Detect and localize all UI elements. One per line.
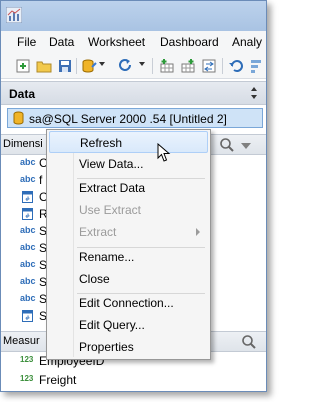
calendar-icon: # (22, 191, 33, 203)
menu-item-extract: Extract (49, 221, 208, 243)
menu-worksheet[interactable]: Worksheet (88, 35, 145, 49)
menu-item-rename[interactable]: Rename... (49, 246, 208, 268)
field-name: Freight (39, 373, 77, 387)
menu-item-view-data[interactable]: View Data... (49, 153, 208, 175)
refresh-icon[interactable] (117, 58, 133, 74)
search-icon[interactable] (241, 334, 257, 350)
string-type-icon: abc (20, 259, 36, 269)
calendar-icon: # (22, 208, 33, 220)
chevron-down-icon[interactable] (241, 143, 251, 149)
sort-arrows-icon[interactable] (250, 86, 258, 100)
menu-item-close[interactable]: Close (49, 268, 208, 290)
menu-item-label: View Data... (79, 157, 144, 171)
field-name: f (39, 173, 43, 187)
menu-dashboard[interactable]: Dashboard (160, 35, 219, 49)
string-type-icon: abc (20, 242, 36, 252)
title-bar[interactable] (1, 1, 266, 31)
menu-item-extract-data[interactable]: Extract Data (49, 177, 208, 199)
svg-text:#: # (25, 315, 30, 322)
chevron-down-icon[interactable] (99, 62, 105, 66)
save-icon[interactable] (57, 58, 73, 74)
menu-item-label: Refresh (80, 136, 123, 150)
calendar-icon: # (22, 310, 33, 322)
context-menu: Refresh View Data... Extract Data Use Ex… (46, 129, 211, 360)
search-icon[interactable] (219, 137, 235, 153)
string-type-icon: abc (20, 157, 36, 167)
svg-text:#: # (25, 196, 30, 203)
menu-item-label: Extract Data (79, 181, 146, 195)
toolbar-separator (222, 58, 223, 74)
toolbar (1, 53, 266, 79)
menu-item-use-extract: Use Extract (49, 199, 208, 221)
menu-item-label: Edit Connection... (79, 296, 174, 310)
string-type-icon: abc (20, 174, 36, 184)
menu-item-label: Rename... (79, 250, 135, 264)
mouse-cursor-icon (157, 143, 171, 162)
menu-item-edit-query[interactable]: Edit Query... (49, 314, 208, 336)
menu-item-edit-connection[interactable]: Edit Connection... (49, 292, 208, 314)
app-logo-icon (6, 7, 22, 23)
string-type-icon: abc (20, 293, 36, 303)
menu-analysis[interactable]: Analy (232, 35, 262, 49)
new-worksheet-icon[interactable] (15, 58, 31, 74)
chevron-right-icon (196, 228, 200, 236)
swap-icon[interactable] (201, 58, 217, 74)
sort-icon[interactable] (248, 58, 264, 74)
menu-item-label: Extract (79, 225, 117, 239)
data-pane-title: Data (9, 87, 36, 101)
data-pane-header: Data (1, 81, 266, 105)
toolbar-separator (76, 58, 77, 74)
menu-item-label: Properties (79, 340, 134, 354)
menu-item-label: Close (79, 272, 110, 286)
open-folder-icon[interactable] (36, 58, 52, 74)
measures-title: Measur (3, 335, 40, 347)
add-rows-icon[interactable] (159, 58, 175, 74)
menu-data[interactable]: Data (49, 35, 74, 49)
add-datasource-icon[interactable] (81, 58, 97, 74)
string-type-icon: abc (20, 225, 36, 235)
dimensions-title: Dimensi (3, 138, 43, 150)
add-columns-icon[interactable] (180, 58, 196, 74)
measure-row[interactable]: 123 Freight (1, 371, 266, 389)
datasource-item[interactable]: sa@SQL Server 2000 .54 [Untitled 2] (7, 108, 263, 128)
app-window: File Data Worksheet Dashboard Analy Data… (0, 0, 267, 392)
number-type-icon: 123 (20, 355, 34, 364)
menu-item-label: Edit Query... (79, 318, 145, 332)
svg-text:#: # (25, 213, 30, 220)
menu-bar: File Data Worksheet Dashboard Analy (1, 31, 266, 53)
menu-item-properties[interactable]: Properties (49, 336, 208, 358)
datasource-label: sa@SQL Server 2000 .54 [Untitled 2] (29, 112, 227, 126)
number-type-icon: 123 (20, 374, 34, 383)
undo-icon[interactable] (228, 58, 244, 74)
database-icon (13, 111, 24, 125)
menu-item-refresh[interactable]: Refresh (49, 131, 208, 153)
menu-file[interactable]: File (17, 35, 36, 49)
chevron-down-icon[interactable] (139, 62, 145, 66)
menu-item-label: Use Extract (79, 203, 142, 217)
toolbar-separator (152, 58, 153, 74)
string-type-icon: abc (20, 276, 36, 286)
